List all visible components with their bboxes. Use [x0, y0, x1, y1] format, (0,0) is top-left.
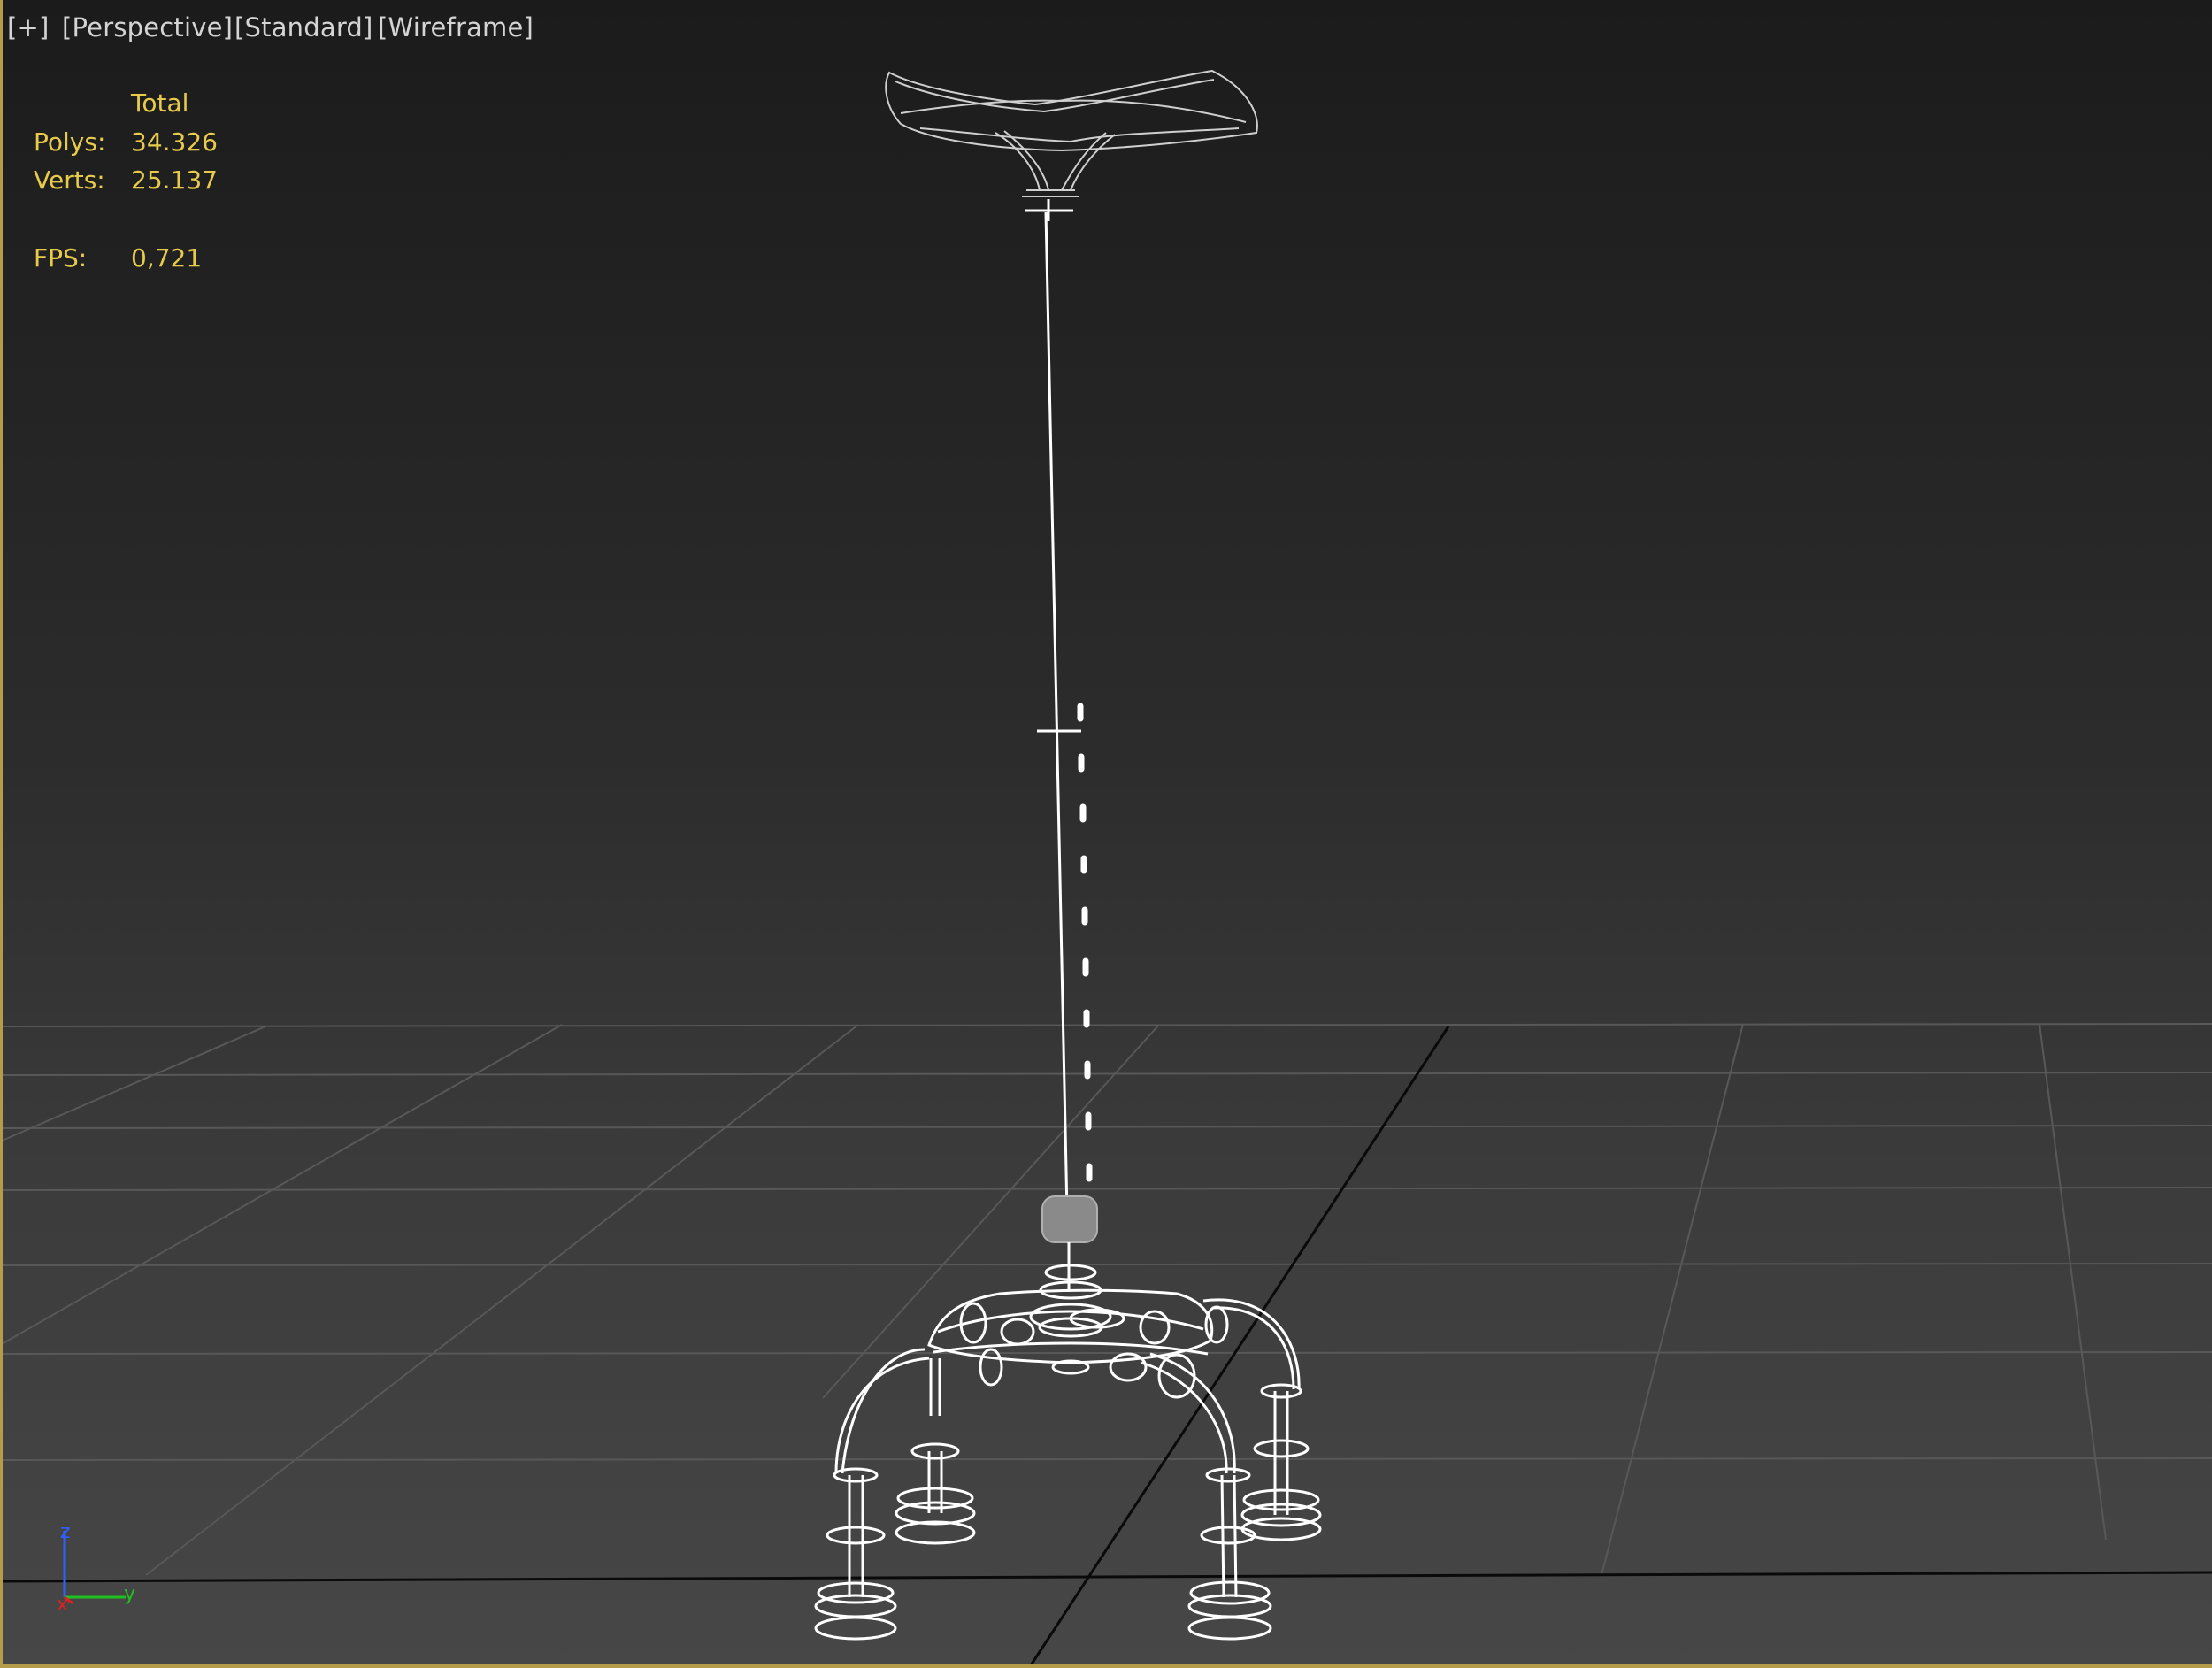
world-axis-lines	[0, 1026, 2212, 1666]
lamp-rod-top	[1025, 199, 1073, 221]
viewport-point-of-view-menu[interactable]: [Perspective]	[62, 12, 233, 42]
viewport-display-menu[interactable]: [Wireframe]	[378, 12, 534, 42]
axis-x-label: x	[57, 1594, 68, 1616]
axis-tripod: z y x	[57, 1521, 135, 1616]
axis-z-label: z	[60, 1521, 71, 1543]
verts-value: 25.137	[131, 165, 218, 195]
verts-label: Verts:	[34, 165, 105, 195]
lamp-arms	[834, 1298, 1301, 1474]
fps-label: FPS:	[34, 243, 88, 273]
viewport-shading-menu[interactable]: [Standard]	[234, 12, 373, 42]
lamp-sockets	[814, 1383, 1322, 1641]
lamp-rod	[1037, 211, 1081, 1213]
polys-label: Polys:	[34, 127, 106, 157]
perspective-viewport[interactable]: z y x [+] [Perspective] [Standard] [Wire…	[0, 0, 2212, 1668]
lamp-canopy	[885, 69, 1258, 197]
axis-y-label: y	[124, 1583, 135, 1605]
wireframe-scene[interactable]: z y x	[0, 0, 2212, 1668]
viewport-plus-menu[interactable]: [+]	[7, 12, 50, 42]
fps-value: 0,721	[131, 243, 203, 273]
stats-header: Total	[131, 88, 189, 118]
lamp-fixture	[927, 1264, 1229, 1399]
ground-grid	[0, 1023, 2212, 1576]
polys-value: 34.326	[131, 127, 218, 157]
